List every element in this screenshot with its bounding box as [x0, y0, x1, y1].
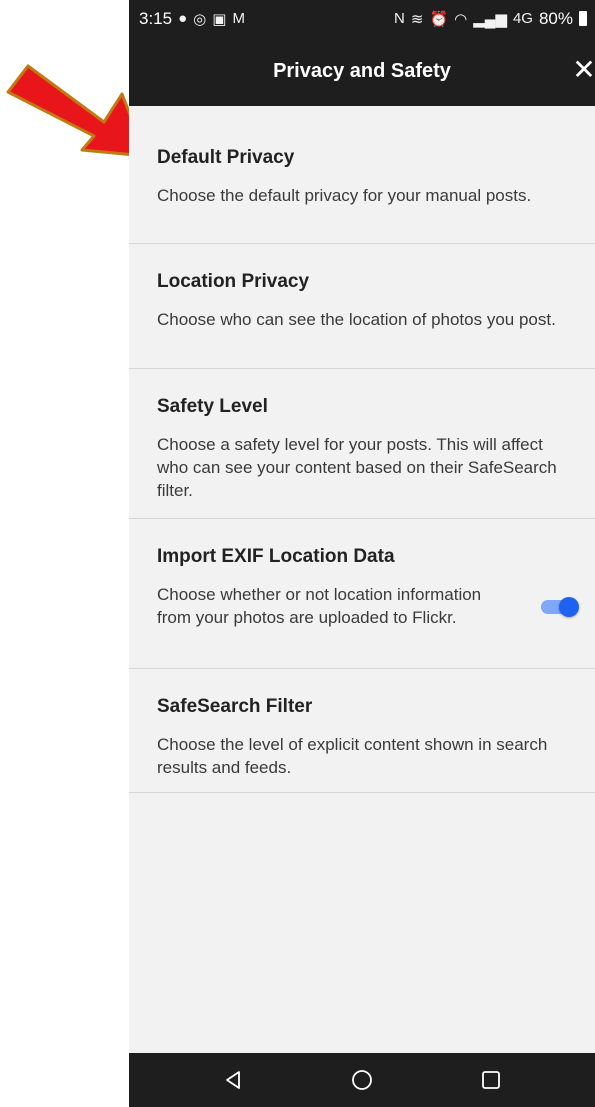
setting-description: Choose the level of explicit content sho…: [157, 735, 548, 777]
video-icon: ▣: [212, 10, 227, 28]
status-left: 3:15 ● ◎ ▣ M: [139, 9, 245, 29]
setting-location-privacy[interactable]: Location Privacy Choose who can see the …: [129, 244, 595, 369]
status-right: N ≋ ⏰ ◠ ▂▄▆ 4G 80%: [394, 9, 587, 29]
android-nav-bar: [129, 1053, 595, 1107]
setting-title: Import EXIF Location Data: [157, 546, 395, 567]
settings-list: Default Privacy Choose the default priva…: [129, 106, 595, 793]
page-title: Privacy and Safety: [273, 60, 451, 82]
home-circle-icon[interactable]: [342, 1060, 382, 1100]
chat-bubble-icon: ●: [178, 10, 188, 27]
back-triangle-icon[interactable]: [213, 1060, 253, 1100]
screenshot-page: 3:15 ● ◎ ▣ M N ≋ ⏰ ◠ ▂▄▆ 4G 80% Privacy …: [0, 0, 595, 1107]
app-header: Privacy and Safety ✕: [129, 37, 595, 106]
setting-description: Choose a safety level for your posts. Th…: [157, 435, 557, 500]
setting-title: Safety Level: [157, 396, 268, 417]
annotation-arrow-icon: [6, 64, 148, 158]
setting-safety-level[interactable]: Safety Level Choose a safety level for y…: [129, 369, 595, 519]
setting-description: Choose whether or not location informati…: [157, 585, 482, 627]
setting-default-privacy[interactable]: Default Privacy Choose the default priva…: [129, 106, 595, 244]
alarm-icon: ⏰: [429, 10, 449, 28]
wifi-icon: ◠: [454, 10, 468, 28]
setting-description: Choose who can see the location of photo…: [157, 310, 556, 329]
setting-title: SafeSearch Filter: [157, 696, 313, 717]
gmail-icon: M: [232, 10, 245, 27]
setting-title: Default Privacy: [157, 147, 295, 168]
phone-screen: 3:15 ● ◎ ▣ M N ≋ ⏰ ◠ ▂▄▆ 4G 80% Privacy …: [129, 0, 595, 1107]
setting-safesearch-filter[interactable]: SafeSearch Filter Choose the level of ex…: [129, 669, 595, 793]
status-bar: 3:15 ● ◎ ▣ M N ≋ ⏰ ◠ ▂▄▆ 4G 80%: [129, 0, 595, 37]
status-time: 3:15: [139, 8, 173, 28]
vibrate-icon: ≋: [410, 10, 424, 28]
network-type: 4G: [512, 10, 533, 27]
setting-import-exif-location[interactable]: Import EXIF Location Data Choose whether…: [129, 519, 595, 669]
battery-icon: [579, 11, 587, 26]
exif-location-toggle[interactable]: [541, 597, 579, 617]
battery-percent: 80%: [538, 8, 573, 28]
close-icon[interactable]: ✕: [569, 55, 595, 85]
setting-description: Choose the default privacy for your manu…: [157, 186, 532, 205]
recents-square-icon[interactable]: [471, 1060, 511, 1100]
signal-icon: ▂▄▆: [473, 10, 507, 28]
nfc-icon: N: [394, 10, 405, 27]
toggle-knob: [559, 597, 579, 617]
instagram-icon: ◎: [193, 10, 207, 28]
setting-title: Location Privacy: [157, 271, 310, 292]
